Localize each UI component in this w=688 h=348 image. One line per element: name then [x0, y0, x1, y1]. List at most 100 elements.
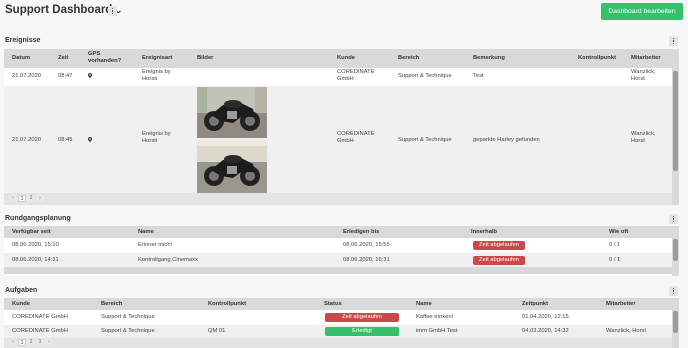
- tours-section-title: Rundgangsplanung: [5, 215, 71, 222]
- scrollbar-thumb[interactable]: [673, 311, 678, 333]
- motorcycle-photo[interactable]: [197, 87, 267, 138]
- column-header[interactable]: Kontrollpunkt: [578, 55, 616, 62]
- cell-date: 21.07.2020: [12, 73, 42, 79]
- cell-area: Support & Technique: [398, 137, 452, 143]
- column-header[interactable]: Kunde: [12, 301, 30, 308]
- table-row[interactable]: 21.07.2020 08:45 Ereignis by Horsti CORE…: [4, 86, 679, 193]
- pager-page-3[interactable]: 3: [36, 339, 44, 346]
- cell-customer: COREDINATE GmbH: [337, 131, 375, 144]
- column-header[interactable]: Verfügbar seit: [12, 229, 51, 236]
- tours-table-header: Verfügbar seit Name Erledigen bis Innerh…: [4, 226, 679, 238]
- column-header[interactable]: Kontrollpunkt: [208, 301, 246, 308]
- map-pin-icon[interactable]: [88, 73, 92, 78]
- column-header[interactable]: Mitarbeiter: [631, 55, 661, 62]
- cell-count: 0 / 1: [609, 242, 621, 248]
- motorcycle-image: [197, 140, 267, 193]
- cell-since: 08.06.2020, 14:31: [12, 257, 59, 263]
- pager-page-2[interactable]: 2: [27, 339, 35, 346]
- cell-employee: Wanzlick, Horst: [631, 69, 656, 82]
- cell-time: 04.03.2020, 14:32: [522, 328, 569, 334]
- cell-event-type: Ereignis by Horsti: [142, 69, 171, 82]
- cell-area: Support & Technique: [398, 73, 452, 79]
- events-section-title: Ereignisse: [5, 37, 41, 44]
- tours-vertical-scrollbar[interactable]: [672, 226, 679, 276]
- table-row[interactable]: COREDINATE GmbH Support & Technique QM 0…: [4, 325, 679, 338]
- cell-event-type: Ereignis by Horsti: [142, 131, 171, 144]
- column-header[interactable]: Name: [416, 301, 432, 308]
- column-header[interactable]: Bereich: [398, 55, 419, 62]
- tasks-table-header: Kunde Bereich Kontrollpunkt Status Name …: [4, 298, 679, 310]
- column-header[interactable]: Kunde: [337, 55, 355, 62]
- cell-name: Kontrollgang Cinemaxx: [138, 257, 198, 263]
- cell-time: 08:45: [58, 137, 73, 143]
- pager-page-1[interactable]: 1: [18, 339, 26, 346]
- cell-remark: geparkte Harley gefunden: [473, 137, 540, 143]
- pager-page-2[interactable]: 2: [27, 195, 35, 202]
- column-header[interactable]: Bemerkung: [473, 55, 505, 62]
- column-header[interactable]: Innerhalb: [471, 229, 497, 236]
- dashboard-title-dropdown[interactable]: Support Dashboard ⌄: [5, 4, 123, 16]
- column-header[interactable]: Zeit: [58, 55, 68, 62]
- tours-horizontal-scrollbar[interactable]: [4, 267, 672, 274]
- tasks-menu-icon[interactable]: [669, 286, 678, 296]
- cell-employee: Wanzlick, Horst: [631, 131, 656, 144]
- tasks-pagination: ‹ 1 2 3 ›: [9, 339, 53, 346]
- status-badge: Zeit abgelaufen: [325, 313, 399, 322]
- map-pin-icon[interactable]: [88, 137, 92, 142]
- column-header[interactable]: Mitarbeiter: [606, 301, 636, 308]
- cell-name: Kaffee trinken!: [416, 314, 454, 320]
- cell-checkpoint: QM 01: [208, 328, 226, 334]
- tours-table: Verfügbar seit Name Erledigen bis Innerh…: [4, 226, 679, 276]
- pager-page-1[interactable]: 1: [18, 195, 26, 202]
- column-header[interactable]: Wie oft: [609, 229, 628, 236]
- cell-area: Support & Technique: [101, 328, 155, 334]
- cell-date: 21.07.2020: [12, 137, 42, 143]
- motorcycle-photo[interactable]: [197, 140, 267, 193]
- events-table: Datum Zeit GPS vorhanden? Ereignisart Bi…: [4, 49, 679, 205]
- scrollbar-thumb[interactable]: [673, 239, 678, 261]
- page-title: Support Dashboard: [5, 4, 113, 16]
- cell-customer: COREDINATE GmbH: [12, 314, 68, 320]
- cell-remark: Test: [473, 73, 484, 79]
- column-header[interactable]: Datum: [12, 55, 30, 62]
- edit-dashboard-button[interactable]: Dashboard bearbeiten: [601, 3, 683, 20]
- cell-area: Support & Technique: [101, 314, 155, 320]
- dashboard-menu-icon[interactable]: [108, 6, 117, 16]
- events-menu-icon[interactable]: [669, 36, 678, 46]
- events-vertical-scrollbar[interactable]: [672, 49, 679, 205]
- tasks-section-title: Aufgaben: [5, 287, 38, 294]
- table-row[interactable]: 08.06.2020, 14:31 Kontrollgang Cinemaxx …: [4, 253, 679, 267]
- cell-until: 08.06.2020, 15:55: [343, 242, 390, 248]
- cell-name: imm GmbH Test: [416, 328, 458, 334]
- cell-time: 08:47: [58, 73, 73, 79]
- column-header[interactable]: Status: [324, 301, 342, 308]
- cell-until: 08.06.2020, 16:31: [343, 257, 390, 263]
- events-pagination: ‹ 1 2 ›: [9, 195, 44, 202]
- pager-prev[interactable]: ‹: [9, 195, 17, 202]
- cell-time: 01.04.2020, 12:15: [522, 314, 569, 320]
- column-header[interactable]: Name: [138, 229, 154, 236]
- motorcycle-image: [197, 87, 267, 138]
- column-header[interactable]: GPS vorhanden?: [88, 51, 124, 65]
- cell-name: Erinner mich!: [138, 242, 173, 248]
- cell-since: 08.06.2020, 15:10: [12, 242, 59, 248]
- pager-next[interactable]: ›: [45, 339, 53, 346]
- pager-prev[interactable]: ‹: [9, 339, 17, 346]
- column-header[interactable]: Erledigen bis: [343, 229, 379, 236]
- scrollbar-thumb[interactable]: [673, 71, 678, 171]
- cell-customer: COREDINATE GmbH: [337, 69, 375, 82]
- cell-employee: Wanzlick, Horst: [606, 328, 647, 334]
- tasks-footer: [4, 338, 672, 348]
- column-header[interactable]: Ereignisart: [142, 55, 172, 62]
- tasks-table: Kunde Bereich Kontrollpunkt Status Name …: [4, 298, 679, 348]
- tasks-vertical-scrollbar[interactable]: [672, 298, 679, 348]
- events-table-header: Datum Zeit GPS vorhanden? Ereignisart Bi…: [4, 49, 679, 68]
- cell-count: 0 / 1: [609, 257, 621, 263]
- tours-menu-icon[interactable]: [669, 214, 678, 224]
- pager-next[interactable]: ›: [36, 195, 44, 202]
- column-header[interactable]: Bilder: [197, 55, 213, 62]
- column-header[interactable]: Zeitpunkt: [522, 301, 548, 308]
- status-badge: Erledigt: [325, 327, 399, 336]
- events-footer: [4, 193, 672, 205]
- column-header[interactable]: Bereich: [101, 301, 122, 308]
